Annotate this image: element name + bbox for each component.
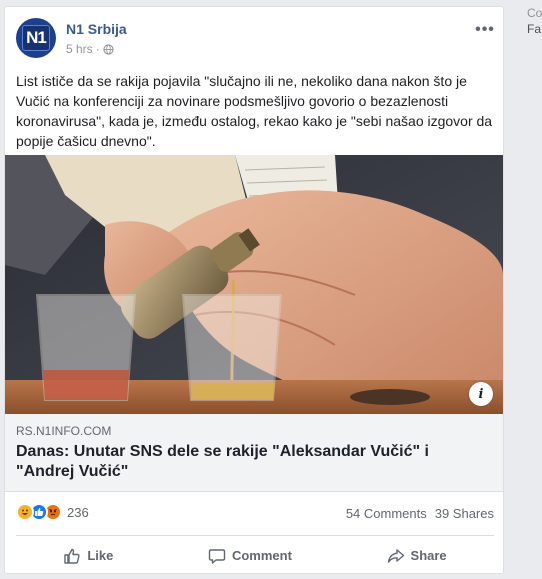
globe-icon[interactable] <box>103 43 114 55</box>
post-text: List ističe da se rakija pojavila "sluča… <box>16 73 493 149</box>
link-title[interactable]: Danas: Unutar SNS dele se rakije "Aleksa… <box>16 442 486 482</box>
post-image[interactable]: i <box>5 155 503 414</box>
info-button[interactable]: i <box>469 382 493 406</box>
post-actions: Like Comment Share <box>16 535 494 575</box>
post-card: N1 N1 Srbija 5 hrs · ••• List ističe da … <box>4 6 504 574</box>
haha-reaction-icon <box>16 503 34 521</box>
more-options-button[interactable]: ••• <box>474 21 496 38</box>
like-button[interactable]: Like <box>49 541 127 571</box>
meta-separator: · <box>95 42 100 56</box>
reactions-summary[interactable]: 236 <box>16 503 89 521</box>
post-stats: 236 54 Comments 39 Shares <box>16 501 494 525</box>
avatar-logo-text: N1 <box>22 25 50 51</box>
link-domain: RS.N1INFO.COM <box>16 424 112 438</box>
like-label: Like <box>87 548 114 563</box>
comment-icon <box>208 548 226 564</box>
avatar[interactable]: N1 <box>16 18 56 58</box>
comment-label: Comment <box>231 548 292 563</box>
engagement-counts: 54 Comments 39 Shares <box>346 506 494 521</box>
share-label: Share <box>410 548 447 563</box>
shares-count-link[interactable]: 39 Shares <box>435 506 494 521</box>
share-arrow-icon <box>387 548 404 563</box>
link-preview[interactable]: RS.N1INFO.COM Danas: Unutar SNS dele se … <box>5 414 503 492</box>
shot-glasses-photo <box>5 155 503 414</box>
thumbs-up-icon <box>64 548 80 564</box>
comments-count-link[interactable]: 54 Comments <box>346 506 427 521</box>
sidebar-text-line-1: Co <box>527 6 542 20</box>
comment-button[interactable]: Comment <box>194 541 306 571</box>
sidebar-text-line-2: Fa <box>527 22 542 36</box>
share-button[interactable]: Share <box>373 541 461 571</box>
post-header: N1 N1 Srbija 5 hrs · ••• <box>16 18 496 62</box>
page-name-link[interactable]: N1 Srbija <box>66 21 127 37</box>
reaction-count[interactable]: 236 <box>67 505 89 520</box>
post-meta: 5 hrs · <box>66 42 114 56</box>
post-timestamp[interactable]: 5 hrs <box>66 42 93 56</box>
